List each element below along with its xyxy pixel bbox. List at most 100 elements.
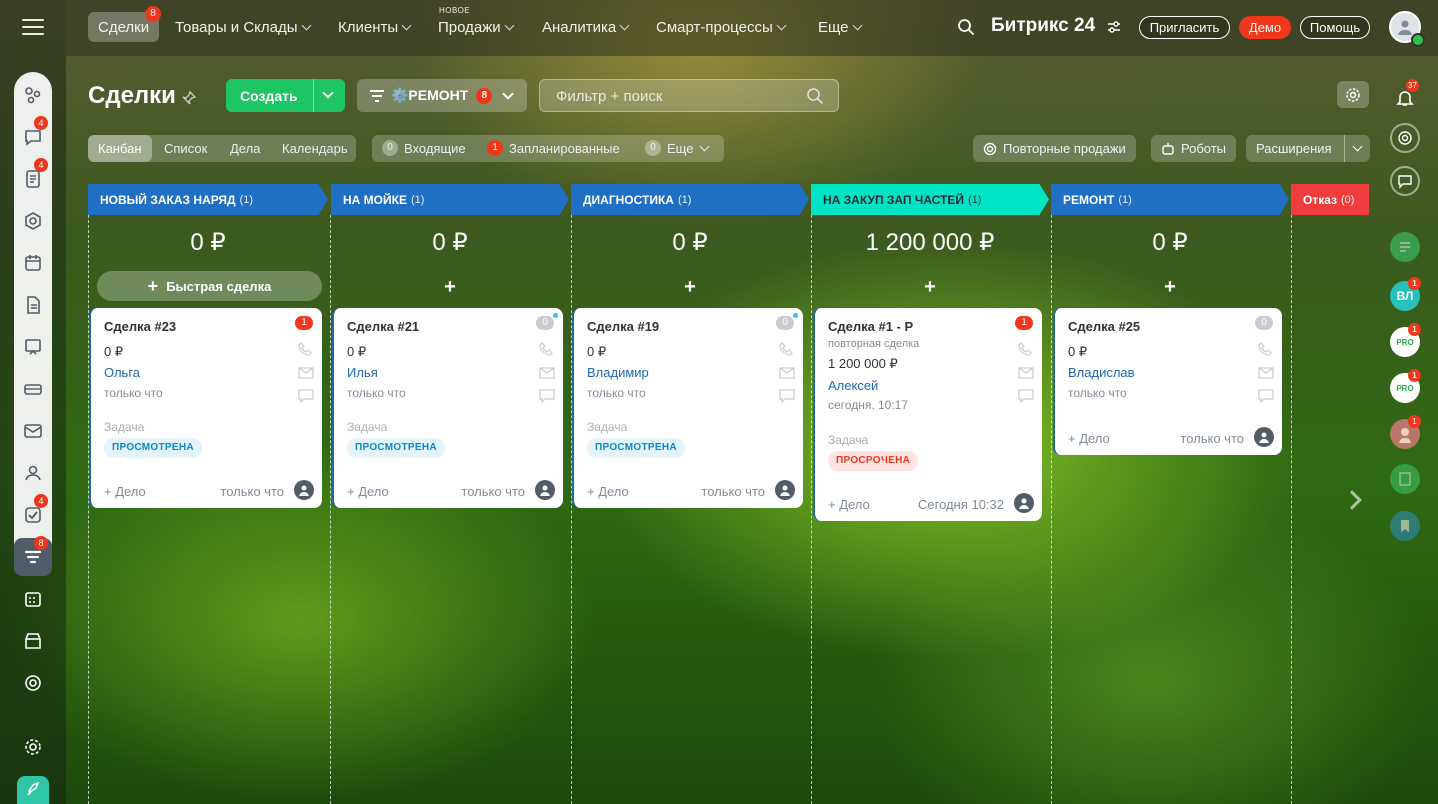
add-deal-plus-icon[interactable]: + bbox=[810, 276, 1050, 299]
document-icon[interactable] bbox=[14, 286, 52, 324]
scroll-right-arrow-icon[interactable] bbox=[1340, 478, 1364, 522]
mail-icon[interactable] bbox=[1258, 366, 1274, 380]
add-activity-link[interactable]: + Дело bbox=[1068, 431, 1110, 446]
add-activity-link[interactable]: + Дело bbox=[104, 484, 146, 499]
chat-icon[interactable] bbox=[779, 389, 795, 403]
responsible-avatar[interactable] bbox=[1254, 427, 1274, 447]
search-icon[interactable] bbox=[806, 87, 824, 105]
responsible-avatar[interactable] bbox=[535, 480, 555, 500]
deal-client[interactable]: Ольга bbox=[104, 365, 140, 380]
add-activity-link[interactable]: + Дело bbox=[347, 484, 389, 499]
deal-client[interactable]: Владимир bbox=[587, 365, 649, 380]
nav-more[interactable]: Еще bbox=[818, 12, 862, 42]
chevron-down-icon[interactable] bbox=[322, 87, 334, 99]
channel-icon[interactable] bbox=[1390, 232, 1420, 262]
deal-card[interactable]: Сделка #23 1 0 ₽ Ольга только что Задача… bbox=[89, 308, 322, 508]
counter-scheduled[interactable]: 1 Запланированные bbox=[487, 140, 620, 156]
responsible-avatar[interactable] bbox=[775, 480, 795, 500]
mail-icon[interactable] bbox=[298, 366, 314, 380]
nav-products[interactable]: Товары и Склады bbox=[175, 12, 311, 42]
contact-avatar[interactable]: 1 bbox=[1390, 415, 1421, 449]
menu-burger-icon[interactable] bbox=[22, 17, 44, 37]
openlines-icon[interactable] bbox=[1390, 123, 1420, 153]
stage-header[interactable]: НА МОЙКЕ (1) bbox=[331, 184, 569, 215]
deal-client[interactable]: Илья bbox=[347, 365, 378, 380]
counter-more[interactable]: 0 Еще bbox=[645, 140, 710, 156]
deal-card[interactable]: Сделка #19 0 0 ₽ Владимир только что Зад… bbox=[572, 308, 803, 508]
filter-search-input[interactable]: Фильтр + поиск bbox=[539, 79, 839, 112]
mail-icon[interactable] bbox=[1018, 366, 1034, 380]
add-deal-plus-icon[interactable]: + bbox=[1050, 276, 1290, 299]
quick-deal-button[interactable]: + Быстрая сделка bbox=[97, 271, 322, 301]
user-avatar[interactable] bbox=[1389, 11, 1425, 47]
deal-title[interactable]: Сделка #1 - Р bbox=[828, 319, 913, 334]
docs-icon[interactable]: 4 bbox=[14, 158, 52, 198]
chat-icon[interactable] bbox=[1018, 389, 1034, 403]
chat-icon[interactable]: 4 bbox=[14, 116, 52, 156]
phone-icon[interactable] bbox=[779, 342, 795, 356]
chat-search-icon[interactable] bbox=[1390, 166, 1420, 196]
extensions-dropdown[interactable] bbox=[1344, 135, 1370, 162]
settings-gear-icon[interactable] bbox=[18, 732, 48, 762]
phone-icon[interactable] bbox=[1018, 342, 1034, 356]
stage-header[interactable]: НА ЗАКУП ЗАП ЧАСТЕЙ (1) bbox=[811, 184, 1049, 215]
responsible-avatar[interactable] bbox=[294, 480, 314, 500]
zenova-pro-icon[interactable]: PRO 1 bbox=[1390, 369, 1421, 403]
tab-list[interactable]: Список bbox=[164, 135, 207, 162]
target-icon[interactable] bbox=[14, 664, 52, 702]
stage-header[interactable]: ДИАГНОСТИКА (1) bbox=[571, 184, 809, 215]
chat-icon[interactable] bbox=[539, 389, 555, 403]
deal-title[interactable]: Сделка #23 bbox=[104, 319, 176, 334]
drive-icon[interactable] bbox=[14, 370, 52, 408]
tab-calendar[interactable]: Календарь bbox=[282, 135, 348, 162]
pin-icon[interactable] bbox=[181, 90, 197, 109]
bookmark-icon[interactable] bbox=[1390, 511, 1420, 541]
settings-gear-button[interactable] bbox=[1337, 81, 1369, 108]
invite-button[interactable]: Пригласить bbox=[1139, 16, 1230, 39]
tab-activities[interactable]: Дела bbox=[230, 135, 260, 162]
planner-icon[interactable] bbox=[14, 580, 52, 618]
clock-settings-icon[interactable] bbox=[1106, 19, 1122, 38]
chat-icon[interactable] bbox=[298, 389, 314, 403]
tasks-icon[interactable]: 4 bbox=[14, 494, 52, 534]
deal-client[interactable]: Алексей bbox=[828, 378, 878, 393]
phone-icon[interactable] bbox=[298, 342, 314, 356]
responsible-avatar[interactable] bbox=[1014, 493, 1034, 513]
tab-kanban[interactable]: Канбан bbox=[88, 135, 152, 162]
rocket-icon[interactable] bbox=[17, 776, 49, 804]
mail-icon[interactable] bbox=[779, 366, 795, 380]
search-icon[interactable] bbox=[957, 18, 975, 39]
deal-title[interactable]: Сделка #19 bbox=[587, 319, 659, 334]
calendar-icon[interactable] bbox=[14, 244, 52, 282]
hexagon-icon[interactable] bbox=[14, 202, 52, 240]
mail-icon[interactable] bbox=[14, 412, 52, 450]
zenova-pro-icon[interactable]: PRO 1 bbox=[1390, 323, 1421, 357]
user-avatar-initials[interactable]: ВЛ 1 bbox=[1390, 277, 1421, 311]
create-button[interactable]: Создать bbox=[226, 79, 345, 112]
nav-smart-processes[interactable]: Смарт-процессы bbox=[656, 12, 787, 42]
add-deal-plus-icon[interactable]: + bbox=[330, 276, 570, 299]
deal-client[interactable]: Владислав bbox=[1068, 365, 1135, 380]
extensions-button[interactable]: Расширения bbox=[1246, 135, 1370, 162]
notes-icon[interactable] bbox=[1390, 464, 1420, 494]
bell-icon[interactable]: 37 bbox=[1390, 79, 1420, 113]
counter-incoming[interactable]: 0 Входящие bbox=[382, 140, 466, 156]
funnel-selector[interactable]: ⚙️РЕМОНТ 8 bbox=[357, 79, 527, 112]
nav-sales[interactable]: Продажи bbox=[438, 12, 515, 42]
feed-icon[interactable] bbox=[14, 76, 52, 114]
repeat-sales-button[interactable]: Повторные продажи bbox=[973, 135, 1136, 162]
board-icon[interactable] bbox=[14, 328, 52, 366]
add-activity-link[interactable]: + Дело bbox=[587, 484, 629, 499]
phone-icon[interactable] bbox=[539, 342, 555, 356]
deal-title[interactable]: Сделка #25 bbox=[1068, 319, 1140, 334]
stage-header[interactable]: РЕМОНТ (1) bbox=[1051, 184, 1289, 215]
robots-button[interactable]: Роботы bbox=[1151, 135, 1237, 162]
demo-button[interactable]: Демо bbox=[1239, 16, 1291, 39]
help-button[interactable]: Помощь bbox=[1300, 16, 1370, 39]
stage-header-reject[interactable]: Отказ (0) bbox=[1291, 184, 1369, 215]
nav-analytics[interactable]: Аналитика bbox=[542, 12, 630, 42]
deal-title[interactable]: Сделка #21 bbox=[347, 319, 419, 334]
stage-header[interactable]: НОВЫЙ ЗАКАЗ НАРЯД (1) bbox=[88, 184, 328, 215]
brand-logo[interactable]: Битрикс 24 bbox=[991, 15, 1095, 37]
deal-card[interactable]: Сделка #25 0 0 ₽ Владислав только что + … bbox=[1053, 308, 1282, 455]
